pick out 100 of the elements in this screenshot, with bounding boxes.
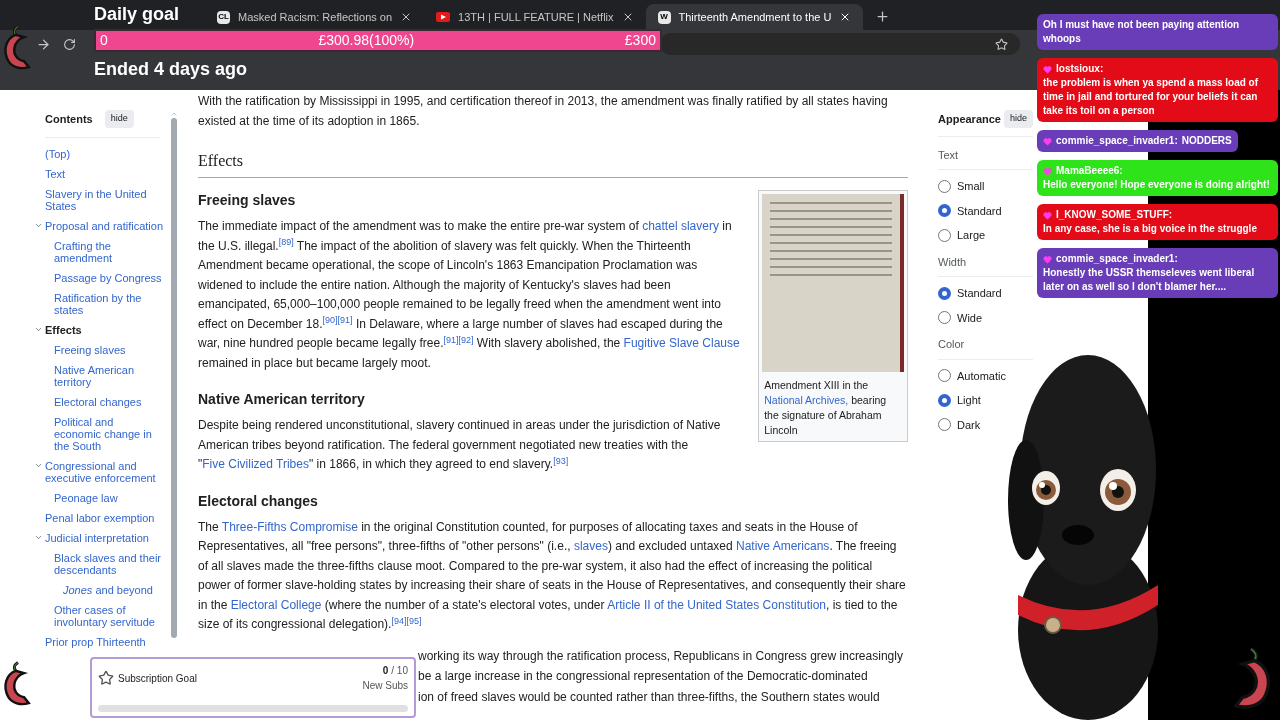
tab-title: Masked Racism: Reflections on — [238, 9, 393, 25]
article-link[interactable]: Article II of the United States Constitution — [607, 597, 826, 612]
subsection-heading: Electoral changes — [198, 491, 319, 511]
contents-item[interactable]: Slavery in the United States — [45, 187, 163, 212]
contents-item[interactable]: Peonage law — [54, 491, 163, 504]
article-link[interactable]: slaves — [573, 539, 608, 553]
goal-count: 0 — [382, 664, 389, 678]
section-heading: Effects — [198, 149, 908, 178]
goal-status: Ended 4 days ago — [94, 58, 248, 81]
contents-item[interactable]: Freeing slaves — [54, 343, 163, 356]
radio-option[interactable]: Small — [938, 178, 985, 195]
video-play-icon — [436, 12, 451, 22]
chat-username: I_KNOW_SOME_STUFF: — [1056, 208, 1173, 222]
radio-option[interactable]: Automatic — [938, 367, 1006, 384]
message-text: Hello everyone! Hope everyone is doing alright! — [1043, 178, 1271, 192]
figure-caption: Amendment XIII in the National Archives, bearing the signature of Abraham Lincoln — [763, 378, 888, 438]
citation-link[interactable]: [90] — [322, 315, 338, 325]
message-text: In any case, she is a big voice in the struggle — [1043, 222, 1258, 236]
radio-button[interactable] — [938, 204, 951, 218]
reload-icon[interactable] — [63, 37, 76, 51]
goal-target-value: £300 — [624, 31, 656, 50]
contents-item[interactable]: Proposal and ratification — [45, 219, 163, 232]
chat-username: commie_space_invader1: — [1056, 134, 1178, 148]
article-link[interactable]: Three-Fifths Compromise — [221, 519, 358, 534]
contents-item[interactable]: Congressional and executive enforcement — [45, 459, 163, 484]
scrollbar-thumb[interactable] — [171, 118, 177, 638]
new-tab-icon[interactable] — [875, 9, 891, 24]
contents-item[interactable]: Passage by Congress — [54, 271, 163, 284]
radio-button[interactable] — [938, 393, 951, 407]
option-group-label: Color — [938, 336, 1033, 360]
browser-tab[interactable]: W Thirteenth Amendment to the U — [645, 4, 864, 30]
goal-title: Subscription Goal — [118, 671, 197, 686]
contents-item[interactable]: Political and economic change in the South — [54, 415, 163, 452]
citation-link[interactable]: [89] — [278, 237, 294, 247]
article-link[interactable]: chattel slavery — [642, 219, 719, 233]
tab-title: 13TH | FULL FEATURE | Netflix — [458, 9, 614, 25]
goal-title: Daily goal — [94, 3, 180, 26]
citation-link[interactable]: [93] — [553, 455, 569, 466]
article-link[interactable]: Five Civilized Tribes — [202, 457, 309, 471]
contents-item[interactable]: Native American territory — [54, 363, 163, 388]
article-link[interactable]: National Archives, — [764, 394, 849, 406]
radio-option[interactable]: Wide — [938, 309, 983, 326]
goal-start-value: 0 — [100, 31, 108, 50]
article-link[interactable]: Fugitive Slave Clause — [623, 336, 740, 350]
goal-total: / 10 — [391, 664, 408, 678]
radio-option[interactable]: Standard — [938, 285, 1002, 302]
contents-item[interactable]: Effects — [45, 323, 163, 336]
radio-option[interactable]: Standard — [938, 202, 1002, 219]
chat-username: commie_space_invader1: — [1056, 252, 1178, 266]
contents-item[interactable]: Crafting the amendment — [54, 239, 163, 264]
contents-item[interactable]: Judicial interpretation — [45, 531, 163, 544]
text-line: ion of freed slaves would be counted rather than three-fifths, the Southern states would — [418, 688, 880, 706]
heart-badge-icon — [1043, 166, 1052, 176]
text-line: working its way through the ratification process, Republicans in Congress grew increasingly — [418, 647, 903, 665]
hide-button[interactable]: hide — [1004, 110, 1033, 128]
radio-button[interactable] — [938, 286, 951, 300]
option-group-label: Text — [938, 146, 1033, 170]
heart-badge-icon — [1043, 64, 1052, 74]
site-favicon: CL — [217, 10, 230, 24]
contents-item[interactable]: Text — [45, 167, 163, 180]
paragraph: The immediate impact of the amendment was to make the entire pre-war system of chattel slavery in the U.S. illegal.$^{[89]}$ The impact of the abolition of slavery was felt quickly. When the Thirteenth Amendment became operational, the scope of Lincoln's 1863 Emancipation Proclamation was widened to include the entire nation. Although the majority of Kentucky's slaves had been emancipated, 65,000–100,000 people remained to be legally freed when the amendment went into effect on December 18.$^{[90]}$$^{[91]}$ In Delaware, where a large number of slaves had escaped during the war, nine hundred people became legally free.$^{[91]}$$^{[92]}$ With slavery abolished, the Fugitive Slave Clause remained in place but became largely moot. — [198, 218, 741, 372]
goal-caption: New Subs — [362, 679, 408, 693]
contents-item[interactable]: Jones and beyond — [63, 583, 163, 596]
article-link[interactable]: Electoral College — [230, 597, 322, 612]
hide-button[interactable]: hide — [104, 110, 134, 128]
chat-username: lostsioux: — [1056, 62, 1104, 76]
option-group-label: Width — [938, 253, 1033, 277]
paragraph: With the ratification by Mississippi in 1995, and certification thereof in 2013, the amendment was finally ratified by all states having existed at the time of its adoption in 1865. — [198, 93, 889, 130]
heart-badge-icon — [1043, 210, 1052, 220]
subsection-heading: Freeing slaves — [198, 191, 297, 210]
browser-tab[interactable]: 13TH | FULL FEATURE | Netflix — [424, 4, 646, 30]
radio-option[interactable]: Large — [938, 227, 986, 244]
goal-progress-value: £300.98(100%) — [318, 31, 415, 50]
contents-item[interactable]: (Top) — [45, 147, 163, 160]
browser-tab[interactable]: CL Masked Racism: Reflections on — [205, 4, 425, 30]
contents-title: Contents — [45, 111, 93, 127]
subsection-heading: Native American territory — [198, 390, 366, 409]
paragraph: Despite being rendered unconstitutional, slavery continued in areas under the jurisdiction of Native American tribes beyond ratification. The federal government negotiated new treaties with the "Five Civilized Tribes" in 1866, in which they agreed to end slavery.$^{[93]}$ — [198, 417, 722, 473]
star-icon — [98, 670, 114, 686]
text-line: be a large increase in the congressional representation of the Democratic-dominated — [418, 668, 868, 685]
citation-link[interactable]: [95] — [406, 615, 422, 626]
site-favicon: W — [657, 10, 671, 24]
message-text: NODDERS — [1181, 134, 1232, 148]
chat-username: MamaBeeee6: — [1056, 164, 1123, 178]
contents-item[interactable]: Ratification by the states — [54, 291, 163, 316]
message-text: the problem is when ya spend a mass load of time in jail and tortured for your beliefs it can take its toil on a person — [1043, 76, 1260, 118]
contents-item[interactable]: Black slaves and their descendants — [54, 551, 163, 576]
message-text: Oh I must have not been paying attention whoops — [1043, 19, 1240, 44]
contents-item[interactable]: Electoral changes — [54, 395, 163, 408]
bookmark-star-icon[interactable] — [995, 37, 1008, 51]
citation-link[interactable]: [91] — [443, 334, 459, 345]
contents-item[interactable]: Prior prop Thirteenth — [45, 635, 163, 648]
tab-title: Thirteenth Amendment to the U — [678, 9, 832, 25]
contents-item[interactable]: Other cases of involuntary servitude — [54, 603, 163, 628]
forward-arrow-icon[interactable] — [36, 36, 51, 52]
radio-option[interactable]: Light — [938, 392, 981, 409]
contents-item[interactable]: Penal labor exemption — [45, 511, 163, 524]
heart-badge-icon — [1043, 136, 1052, 146]
heart-badge-icon — [1043, 254, 1052, 264]
radio-option[interactable]: Dark — [938, 416, 981, 433]
